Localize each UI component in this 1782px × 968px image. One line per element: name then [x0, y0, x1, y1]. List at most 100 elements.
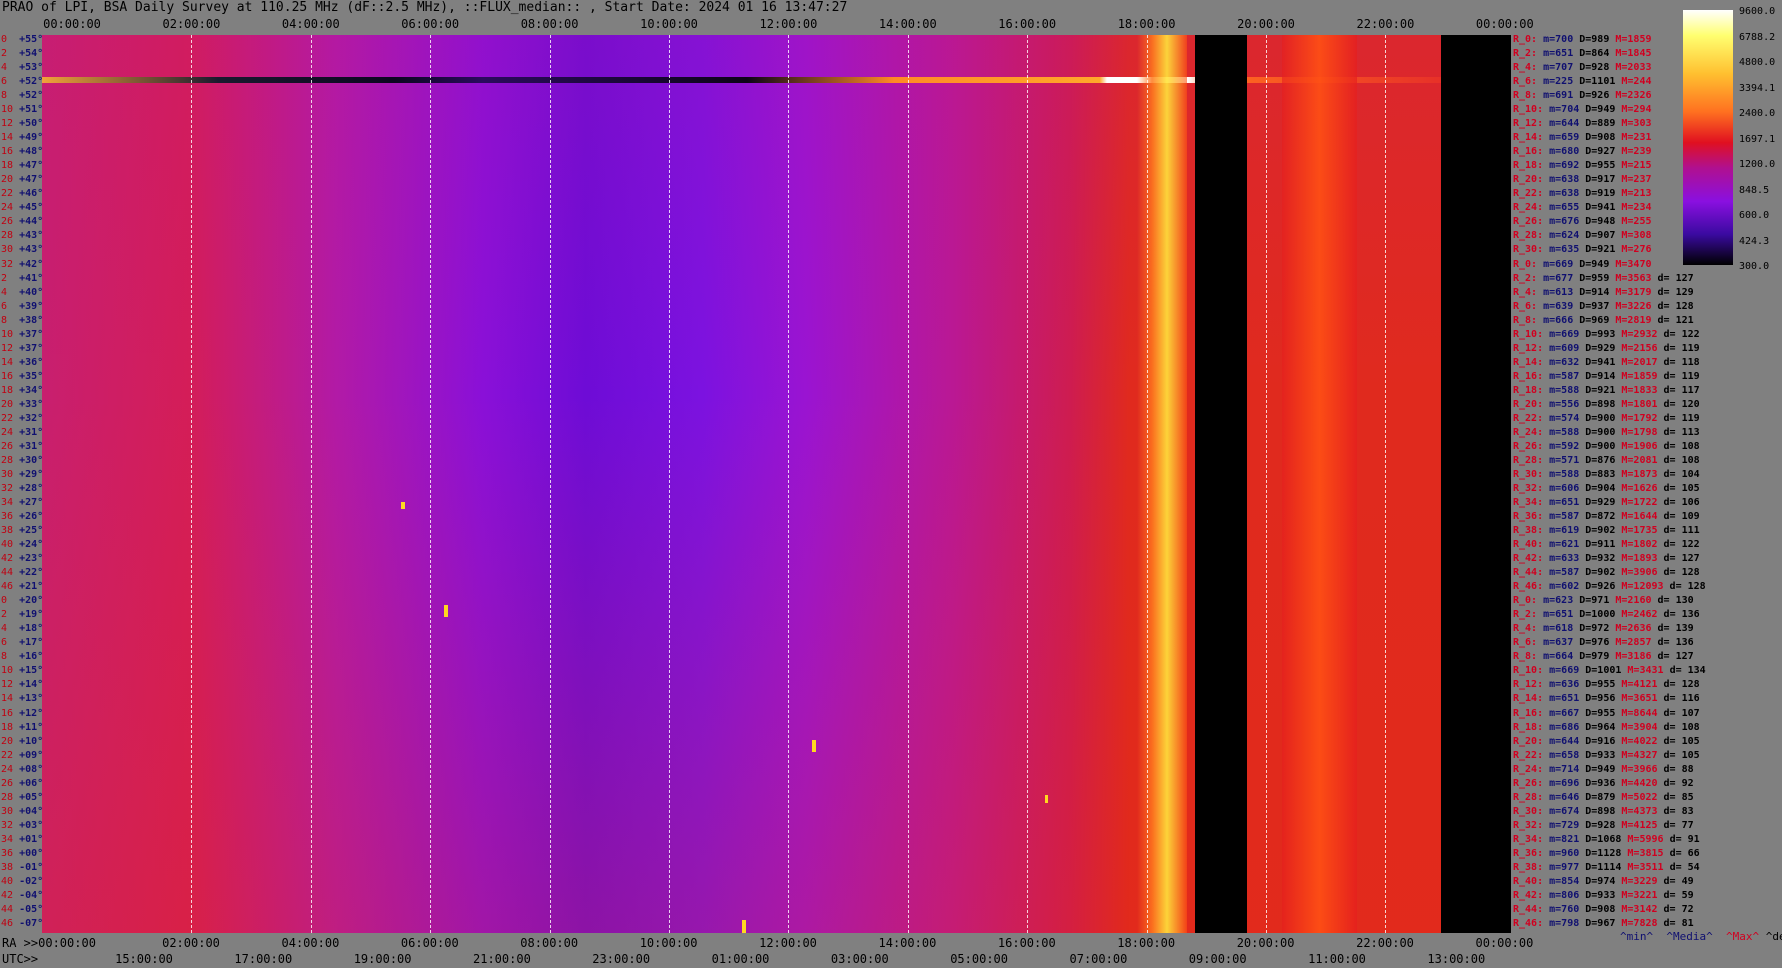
stat-row: R_14: m=659 D=908 M=231 — [1513, 132, 1652, 144]
stat-row: R_16: m=587 D=914 M=1859 d= 119 — [1513, 370, 1700, 382]
grid-line — [1146, 35, 1148, 933]
stats-legend: ^min^ ^Media^ ^Max^ ^devia^ — [1620, 930, 1782, 943]
grid-line — [1266, 35, 1267, 933]
data-gap-2 — [1441, 35, 1511, 933]
ra-tick: 00:00:00 — [1475, 936, 1534, 950]
utc-tick: 03:00:00 — [830, 952, 889, 966]
stat-row: R_12: m=609 D=929 M=2156 d= 119 — [1513, 342, 1700, 354]
stat-row: R_16: m=680 D=927 M=239 — [1513, 146, 1652, 158]
stat-row: R_44: m=760 D=908 M=3142 d= 72 — [1513, 903, 1694, 915]
legend-min: ^min^ — [1620, 930, 1654, 943]
stat-row: R_8: m=691 D=926 M=2326 — [1513, 90, 1652, 102]
stat-row: R_16: m=667 D=955 M=8644 d= 107 — [1513, 707, 1700, 719]
stat-row: R_22: m=574 D=900 M=1792 d= 119 — [1513, 412, 1700, 424]
stat-row: R_12: m=636 D=955 M=4121 d= 128 — [1513, 679, 1700, 691]
stat-row: R_26: m=676 D=948 M=255 — [1513, 216, 1652, 228]
grid-line — [310, 35, 312, 933]
stat-row: R_22: m=658 D=933 M=4327 d= 105 — [1513, 749, 1700, 761]
stat-row: R_12: m=644 D=889 M=303 — [1513, 118, 1652, 130]
grid-line — [191, 35, 193, 933]
stat-row: R_46: m=798 D=967 M=7828 d= 81 — [1513, 917, 1694, 929]
utc-tick: 17:00:00 — [234, 952, 293, 966]
ra-tick: 20:00:00 — [1236, 936, 1295, 950]
ra-bottom-axis: RA >>00:00:00 02:00:00 04:00:00 06:00:00 08… — [0, 936, 1782, 952]
legend-devia: ^devia^ — [1765, 930, 1782, 943]
stat-row: R_46: m=602 D=926 M=12093 d= 128 — [1513, 581, 1706, 593]
stat-row: R_22: m=638 D=919 M=213 — [1513, 188, 1652, 200]
utc-top-tick: 00:00:00 — [1475, 17, 1534, 31]
utc-bottom-axis: UTC>> 15:00:00 17:00:00 19:00:00 21:00:00 23… — [0, 952, 1782, 968]
utc-tick: 13:00:00 — [1427, 952, 1486, 966]
stat-row: R_10: m=704 D=949 M=294 — [1513, 104, 1652, 116]
declination-axis: 0 +55°17' 2 +54°29' 4 +53°40' 6 +52°52' 8 +5… — [0, 35, 61, 933]
stat-row: R_14: m=651 D=956 M=3651 d= 116 — [1513, 693, 1700, 705]
utc-top-tick: 20:00:00 — [1237, 17, 1295, 31]
ra-tick: 06:00:00 — [400, 936, 459, 950]
stat-row: R_4: m=618 D=972 M=2636 d= 139 — [1513, 623, 1694, 635]
ra-tick: 22:00:00 — [1356, 936, 1414, 950]
stat-row: R_6: m=225 D=1101 M=244 — [1513, 76, 1652, 88]
utc-top-tick: 04:00:00 — [281, 17, 340, 31]
legend-median: ^Media^ — [1666, 930, 1713, 943]
row-statistics: R_0: m=700 D=989 M=1859 R_2: m=651 D=864 … — [1512, 35, 1782, 933]
utc-top-tick: 10:00:00 — [640, 17, 698, 31]
stat-row: R_10: m=669 D=1001 M=3431 d= 134 — [1513, 665, 1706, 677]
stat-row: R_20: m=638 D=917 M=237 — [1513, 174, 1652, 186]
legend-max: ^Max^ — [1725, 930, 1760, 943]
stat-row: R_18: m=588 D=921 M=1833 d= 117 — [1513, 384, 1700, 396]
bright-band-2 — [1282, 35, 1357, 933]
stat-row: R_0: m=623 D=971 M=2160 d= 130 — [1513, 595, 1694, 607]
stat-row: R_0: m=700 D=989 M=1859 — [1513, 34, 1652, 45]
utc-tick: 05:00:00 — [950, 952, 1008, 966]
utc-tick: 09:00:00 — [1188, 952, 1247, 966]
spectrogram-plot[interactable] — [42, 35, 1511, 933]
ra-axis-label: RA >>00:00:00 — [2, 936, 96, 950]
stat-row: R_24: m=588 D=900 M=1798 d= 113 — [1513, 426, 1700, 438]
grid-line — [669, 35, 670, 933]
ra-tick: 08:00:00 — [520, 936, 579, 950]
stat-row: R_36: m=587 D=872 M=1644 d= 109 — [1513, 511, 1700, 523]
stat-row: R_30: m=588 D=883 M=1873 d= 104 — [1513, 468, 1700, 480]
grid-line — [1027, 35, 1029, 933]
grid-line — [788, 35, 790, 933]
stat-row: R_26: m=696 D=936 M=4420 d= 92 — [1513, 777, 1694, 789]
stat-row: R_14: m=632 D=941 M=2017 d= 118 — [1513, 356, 1700, 368]
utc-top-tick: 06:00:00 — [401, 17, 460, 31]
ra-tick: 14:00:00 — [878, 936, 937, 950]
utc-top-tick: 12:00:00 — [759, 17, 818, 31]
ra-tick: 02:00:00 — [162, 936, 220, 950]
stat-row: R_34: m=821 D=1068 M=5996 d= 91 — [1513, 833, 1700, 845]
stat-row: R_28: m=624 D=907 M=308 — [1513, 230, 1652, 242]
stat-row: R_2: m=677 D=959 M=3563 d= 127 — [1513, 272, 1694, 284]
utc-tick: 21:00:00 — [472, 952, 531, 966]
stat-row: R_4: m=613 D=914 M=3179 d= 129 — [1513, 286, 1694, 298]
utc-top-tick: 18:00:00 — [1117, 17, 1176, 31]
solar-bright-band — [1137, 35, 1187, 933]
stat-row: R_18: m=686 D=964 M=3904 d= 108 — [1513, 721, 1700, 733]
stat-row: R_30: m=635 D=921 M=276 — [1513, 244, 1652, 256]
ra-tick: 04:00:00 — [281, 936, 340, 950]
stat-row: R_28: m=646 D=879 M=5022 d= 85 — [1513, 791, 1694, 803]
utc-top-tick: 16:00:00 — [998, 17, 1057, 31]
stat-row: R_6: m=639 D=937 M=3226 d= 128 — [1513, 300, 1694, 312]
utc-tick: 23:00:00 — [592, 952, 651, 966]
burst-spot — [1045, 795, 1048, 803]
colorbar-label: 9600.0 — [1739, 6, 1776, 17]
utc-tick: 15:00:00 — [115, 952, 173, 966]
stat-row: R_24: m=714 D=949 M=3966 d= 88 — [1513, 763, 1694, 775]
stat-row: R_24: m=655 D=941 M=234 — [1513, 202, 1652, 214]
grid-line — [907, 35, 909, 933]
utc-tick: 11:00:00 — [1308, 952, 1366, 966]
ra-tick: 10:00:00 — [639, 936, 698, 950]
ra-tick: 18:00:00 — [1117, 936, 1176, 950]
utc-top-tick: 02:00:00 — [162, 17, 221, 31]
ra-tick: 16:00:00 — [997, 936, 1056, 950]
stat-row: R_32: m=729 D=928 M=4125 d= 77 — [1513, 819, 1694, 831]
utc-tick: 07:00:00 — [1069, 952, 1128, 966]
stat-row: R_26: m=592 D=900 M=1906 d= 108 — [1513, 440, 1700, 452]
stat-row: R_40: m=854 D=974 M=3229 d= 49 — [1513, 875, 1694, 887]
burst-spot — [742, 920, 746, 933]
utc-top-tick: 00:00:00 — [43, 17, 101, 31]
grid-line — [549, 35, 551, 933]
stat-row: R_20: m=556 D=898 M=1801 d= 120 — [1513, 398, 1700, 410]
